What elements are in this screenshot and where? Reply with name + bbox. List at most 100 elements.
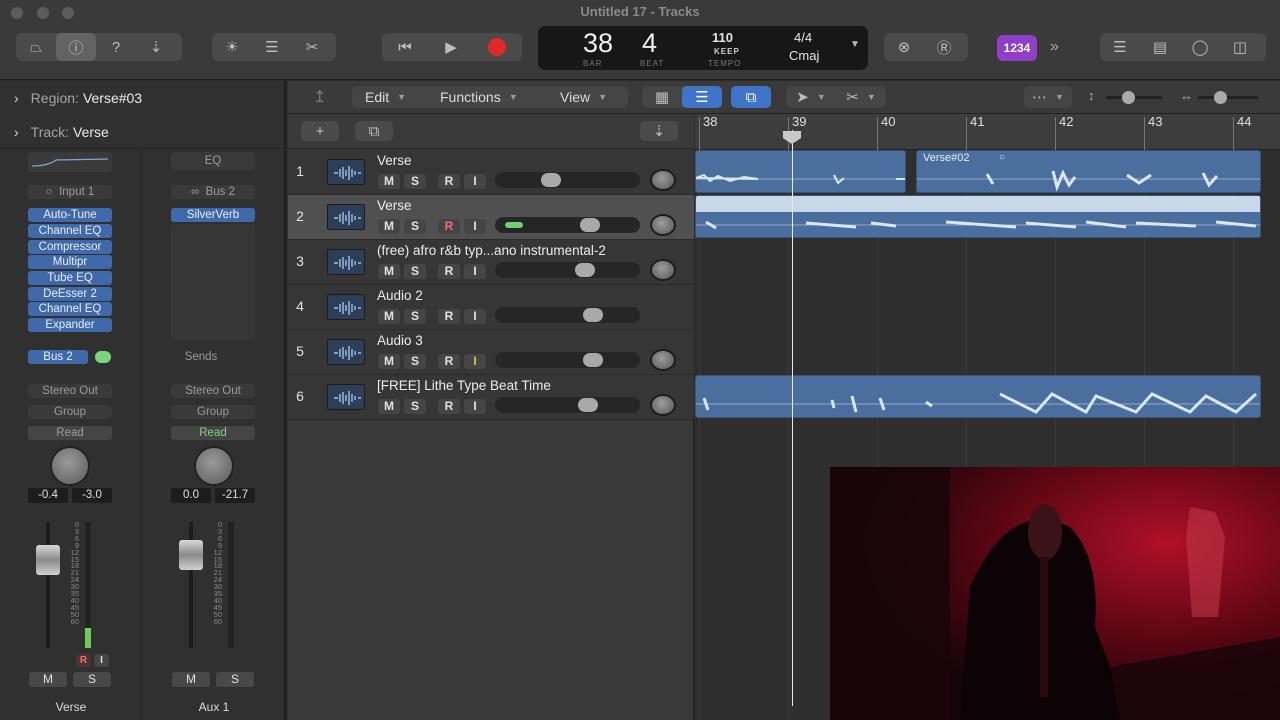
track-volume-handle[interactable] xyxy=(580,218,600,232)
tracks-view-icon[interactable]: ☰ xyxy=(682,86,722,108)
plugin-slot[interactable]: Channel EQ xyxy=(28,302,112,316)
track-row[interactable]: 4 Audio 2 MSRI xyxy=(288,285,694,330)
vertical-zoom-slider[interactable] xyxy=(1106,91,1162,104)
track-volume-slider[interactable] xyxy=(495,217,640,233)
channel-name[interactable]: Verse xyxy=(0,700,142,714)
track-volume-slider[interactable] xyxy=(495,262,640,278)
replace-icon[interactable]: ⊗ xyxy=(884,33,924,61)
editors-icon[interactable]: ✂ xyxy=(292,33,332,61)
rewind-icon[interactable]: ⏮ xyxy=(382,33,428,61)
track-volume-slider[interactable] xyxy=(495,172,640,188)
track-input-monitor-button[interactable]: I xyxy=(464,264,486,279)
mixer-icon[interactable]: ☰ xyxy=(252,33,292,61)
plugin-slot[interactable]: Auto-Tune xyxy=(28,208,112,222)
solo-button[interactable]: S xyxy=(216,672,254,687)
track-mute-button[interactable]: M xyxy=(378,354,400,369)
mute-button[interactable]: M xyxy=(29,672,67,687)
record-button[interactable] xyxy=(474,33,520,61)
track-solo-button[interactable]: S xyxy=(404,219,426,234)
group-slot[interactable]: Group xyxy=(171,405,255,419)
peak-readout[interactable]: -21.7 xyxy=(215,488,255,503)
count-in-button[interactable]: 1234 xyxy=(997,35,1037,61)
track-record-button[interactable]: R xyxy=(438,309,460,324)
track-pan-knob[interactable] xyxy=(650,259,676,281)
track-pan-knob[interactable] xyxy=(650,169,676,191)
toolbar-icon[interactable]: ⇣ xyxy=(136,33,176,61)
edit-menu[interactable]: Edit ▼ xyxy=(365,87,406,107)
pointer-tool-icon[interactable]: ➤ ▼ xyxy=(786,86,836,108)
track-mute-button[interactable]: M xyxy=(378,309,400,324)
notepad-icon[interactable]: ▤ xyxy=(1140,33,1180,61)
output-slot[interactable]: Stereo Out xyxy=(28,384,112,398)
mute-button[interactable]: M xyxy=(172,672,210,687)
scissors-tool-icon[interactable]: ✂ ▼ xyxy=(836,86,886,108)
track-record-button[interactable]: R xyxy=(438,264,460,279)
add-track-icon[interactable]: + xyxy=(301,121,339,141)
track-record-button[interactable]: R xyxy=(438,399,460,414)
audio-region-verse02[interactable]: Verse#02 ○ xyxy=(916,150,1261,193)
browsers-icon[interactable]: ◫ xyxy=(1220,33,1260,61)
track-pan-knob[interactable] xyxy=(650,349,676,371)
track-pan-knob[interactable] xyxy=(650,214,676,236)
track-input-monitor-button[interactable]: I xyxy=(464,399,486,414)
duplicate-track-icon[interactable]: ⧉ xyxy=(355,121,393,141)
track-mute-button[interactable]: M xyxy=(378,264,400,279)
track-mute-button[interactable]: M xyxy=(378,219,400,234)
track-name[interactable]: Audio 3 xyxy=(377,333,423,348)
track-solo-button[interactable]: S xyxy=(404,399,426,414)
region-inspector-header[interactable]: › Region: Verse#03 xyxy=(0,81,286,115)
quick-help-icon[interactable]: ? xyxy=(96,33,136,61)
solo-button[interactable]: S xyxy=(73,672,111,687)
track-volume-slider[interactable] xyxy=(495,307,640,323)
volume-readout[interactable]: -0.4 xyxy=(28,488,68,503)
input-monitor-button[interactable]: I xyxy=(94,654,109,667)
track-name[interactable]: Verse xyxy=(377,153,412,168)
eq-thumbnail[interactable] xyxy=(28,152,112,172)
input-slot[interactable]: ∞ Bus 2 xyxy=(171,185,255,199)
loop-browser-icon[interactable]: ◯ xyxy=(1180,33,1220,61)
automation-mode[interactable]: Read xyxy=(171,426,255,440)
volume-readout[interactable]: 0.0 xyxy=(171,488,211,503)
send-slot[interactable]: Bus 2 xyxy=(28,350,88,364)
track-inspector-header[interactable]: › Track: Verse xyxy=(0,115,286,149)
track-input-monitor-button[interactable]: I xyxy=(464,354,486,369)
inspector-icon[interactable]: ⓘ xyxy=(56,33,96,61)
track-volume-handle[interactable] xyxy=(575,263,595,277)
volume-fader[interactable] xyxy=(179,540,203,570)
plugin-slot[interactable]: Tube EQ xyxy=(28,271,112,285)
output-slot[interactable]: Stereo Out xyxy=(171,384,255,398)
plugin-slot[interactable]: Expander xyxy=(28,318,112,332)
track-record-button[interactable]: R xyxy=(438,174,460,189)
chevron-down-icon[interactable]: ▼ xyxy=(850,39,860,50)
functions-menu[interactable]: Functions ▼ xyxy=(440,87,518,107)
track-row[interactable]: 5 Audio 3 MSRI xyxy=(288,330,694,375)
track-record-button[interactable]: R xyxy=(438,354,460,369)
plugin-slot[interactable]: SilverVerb xyxy=(171,208,255,222)
channel-name[interactable]: Aux 1 xyxy=(143,700,285,714)
peak-readout[interactable]: -3.0 xyxy=(72,488,112,503)
track-name[interactable]: Audio 2 xyxy=(377,288,423,303)
group-slot[interactable]: Group xyxy=(28,405,112,419)
audio-region[interactable] xyxy=(695,150,906,193)
send-level-knob[interactable] xyxy=(95,351,111,363)
track-name[interactable]: (free) afro r&b typ...ano instrumental-2 xyxy=(377,243,606,258)
record-enable-button[interactable]: R xyxy=(76,654,91,667)
plugin-slot[interactable]: Compressor xyxy=(28,240,112,254)
lcd-display[interactable]: 38 4 BAR BEAT 110 KEEP TEMPO 4/4 Cmaj ▼ xyxy=(538,26,868,70)
input-slot[interactable]: ○ Input 1 xyxy=(28,185,112,199)
track-name[interactable]: [FREE] Lithe Type Beat Time xyxy=(377,378,551,393)
track-row[interactable]: 1 Verse M S R I xyxy=(288,150,694,195)
track-input-monitor-button[interactable]: I xyxy=(464,174,486,189)
track-solo-button[interactable]: S xyxy=(404,174,426,189)
track-volume-slider[interactable] xyxy=(495,397,640,413)
pan-knob[interactable] xyxy=(50,446,90,486)
track-mute-button[interactable]: M xyxy=(378,174,400,189)
track-input-monitor-button[interactable]: I xyxy=(464,219,486,234)
play-icon[interactable]: ▶ xyxy=(428,33,474,61)
plugin-slot[interactable]: DeEsser 2 xyxy=(28,287,112,301)
track-solo-button[interactable]: S xyxy=(404,309,426,324)
track-name[interactable]: Verse xyxy=(377,198,412,213)
global-tracks-icon[interactable]: ⇣ xyxy=(640,121,678,141)
track-volume-handle[interactable] xyxy=(583,353,603,367)
track-row[interactable]: 6 [FREE] Lithe Type Beat Time M S R I xyxy=(288,375,694,420)
